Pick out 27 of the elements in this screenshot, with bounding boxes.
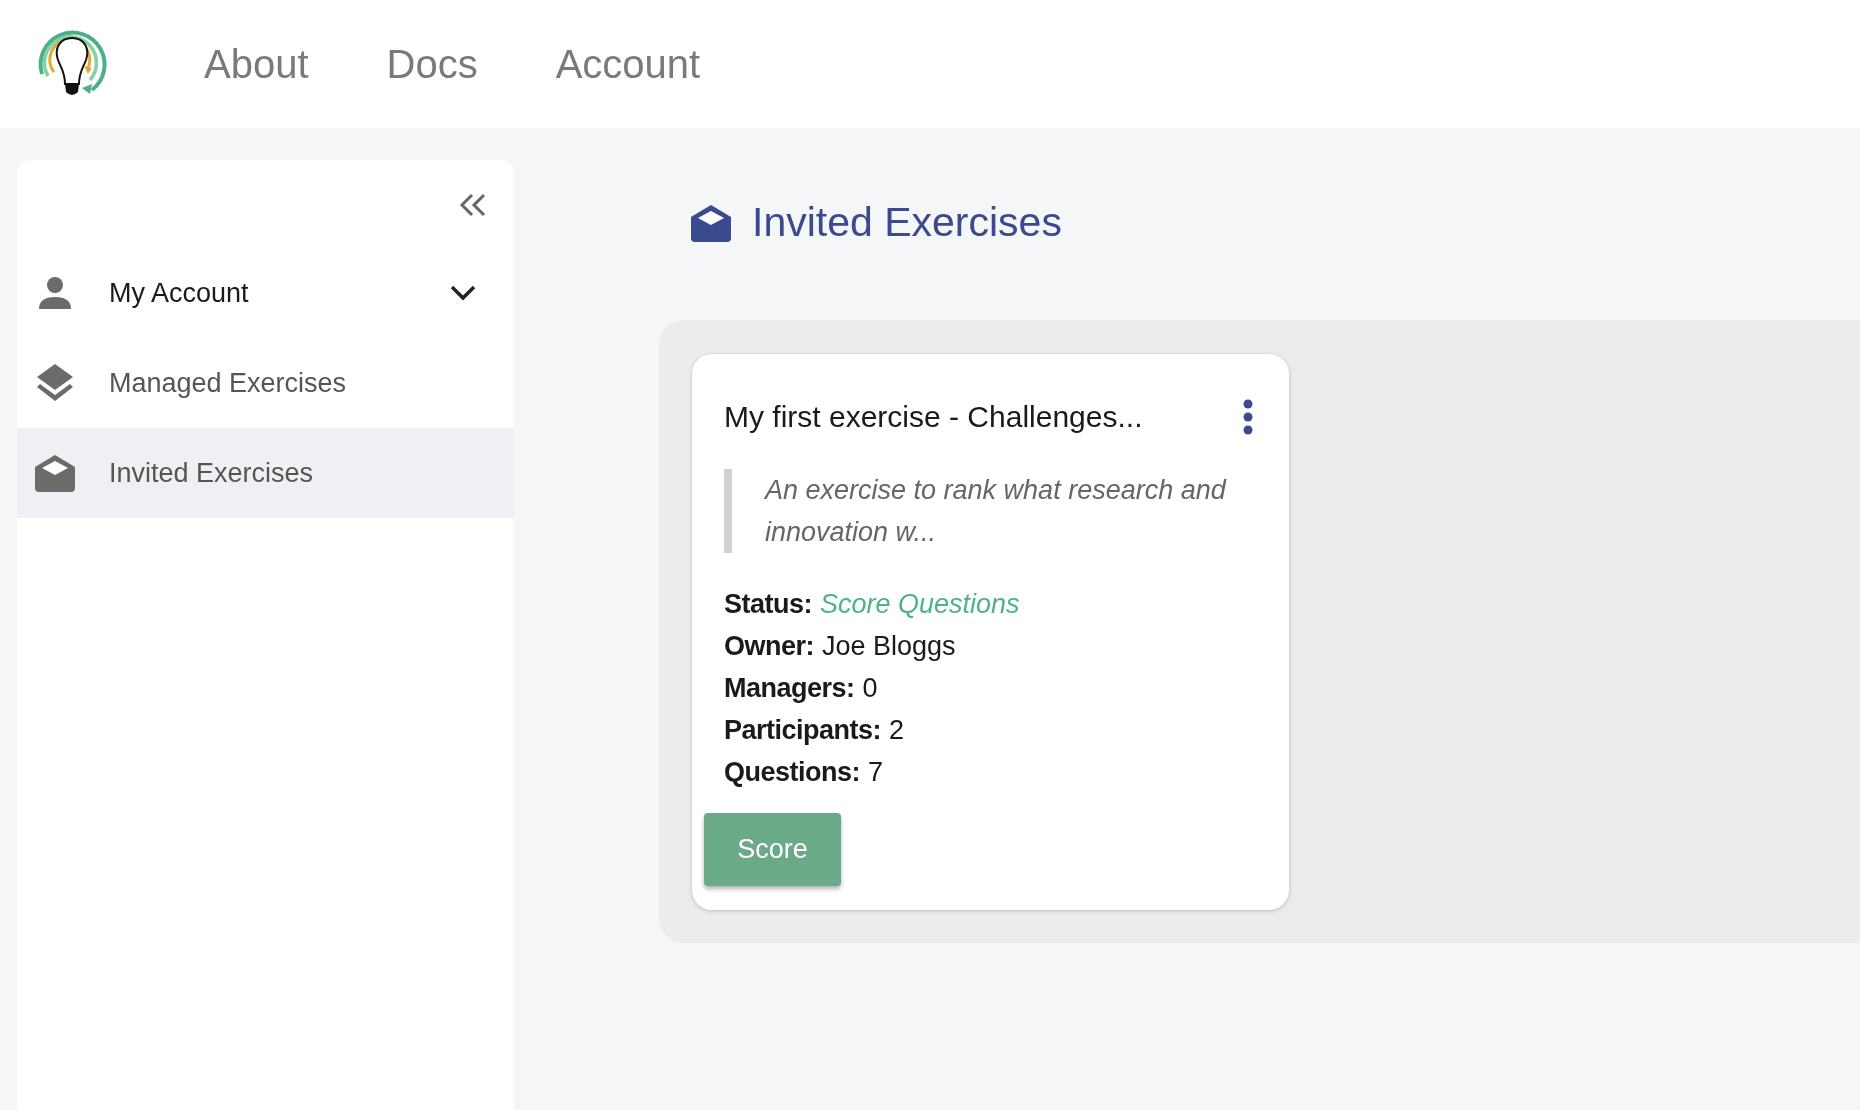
chevron-icon[interactable] <box>450 284 476 302</box>
detail-label: Questions: <box>724 755 860 789</box>
detail-label: Owner: <box>724 629 814 663</box>
detail-label: Participants: <box>724 713 882 747</box>
detail-value: Score Questions <box>820 587 1020 621</box>
detail-value: 2 <box>889 713 905 747</box>
sidebar-item-label: Invited Exercises <box>109 456 315 490</box>
detail-value: 7 <box>868 755 884 789</box>
page-title: Invited Exercises <box>752 198 1062 248</box>
score-button[interactable]: Score <box>704 813 841 886</box>
nav-link[interactable]: Account <box>555 34 701 94</box>
detail-label: Status: <box>724 587 812 621</box>
description-quote: An exercise to rank what research and innovation w... <box>724 469 1253 553</box>
nav-link[interactable]: Docs <box>386 34 478 94</box>
sidebar-item-label: My Account <box>109 276 250 310</box>
sidebar-item[interactable]: Invited Exercises <box>17 428 514 518</box>
detail-value: 0 <box>862 671 878 705</box>
detail-value: Joe Bloggs <box>822 629 956 663</box>
open-envelope-icon <box>34 453 76 493</box>
detail-label: Managers: <box>724 671 855 705</box>
person-icon <box>38 276 72 310</box>
layers-icon <box>36 363 74 403</box>
nav-link[interactable]: About <box>204 34 309 94</box>
kebab-menu-icon[interactable] <box>1243 398 1253 435</box>
card-title: My first exercise - Challenges... <box>724 399 1143 435</box>
sidebar-item-label: Managed Exercises <box>109 366 348 400</box>
open-envelope-icon <box>690 203 732 243</box>
